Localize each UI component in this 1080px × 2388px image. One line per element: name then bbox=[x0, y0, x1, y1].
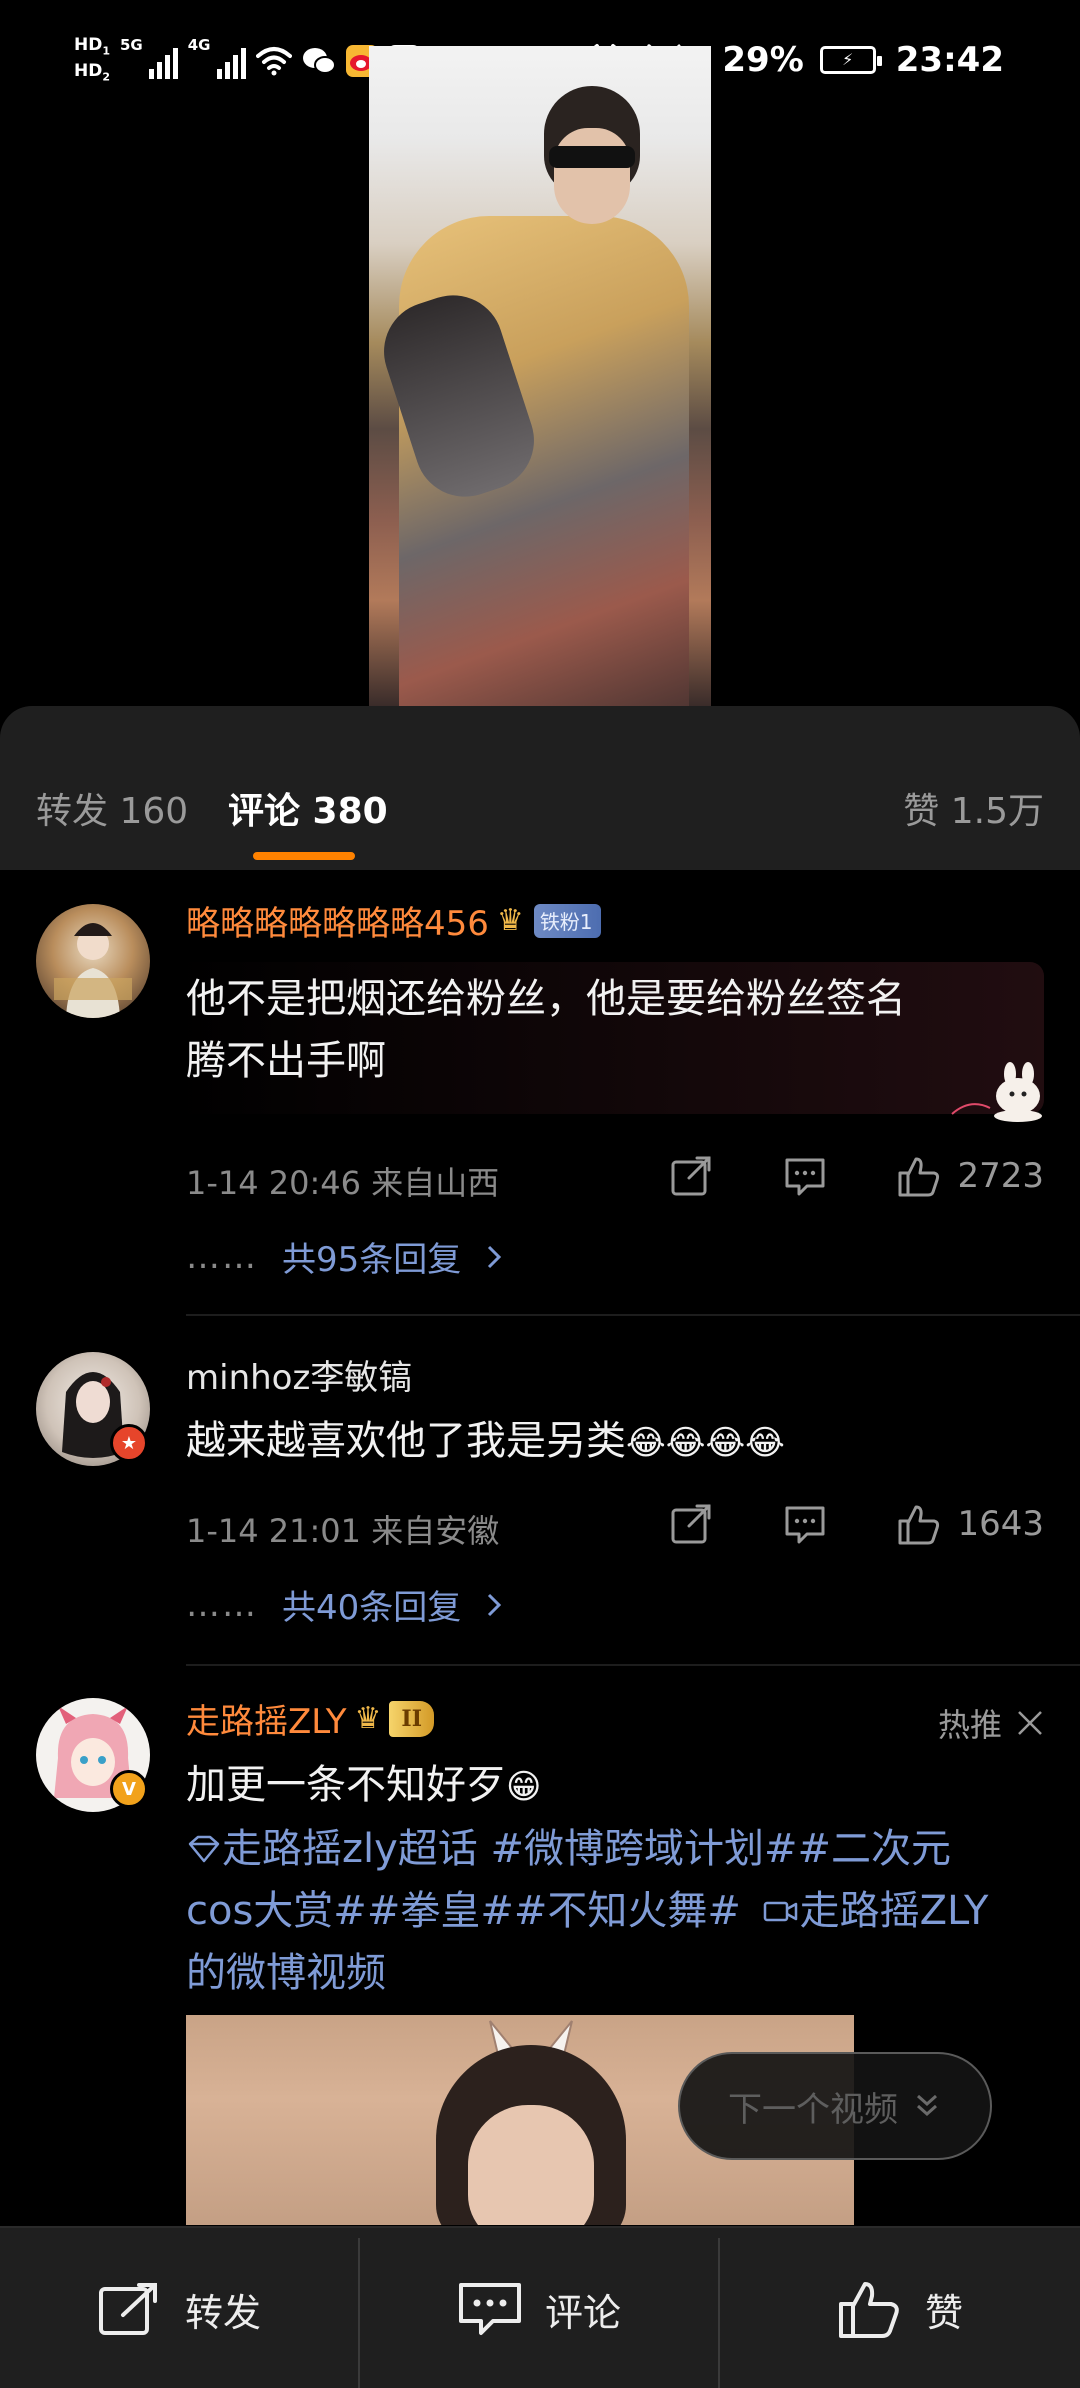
hd-indicators: HD1 HD2 bbox=[74, 36, 110, 87]
comment-text-line1: 他不是把烟还给粉丝，他是要给粉丝签名 bbox=[186, 976, 906, 1022]
video-camera-icon bbox=[763, 1901, 797, 1922]
video-figure-sunglasses bbox=[549, 146, 635, 168]
view-replies[interactable]: …… 共40条回复 bbox=[186, 1580, 503, 1629]
reply-icon[interactable] bbox=[781, 1500, 829, 1548]
like-thumb-icon bbox=[838, 2282, 899, 2338]
next-video-label: 下一个视频 bbox=[728, 2089, 898, 2130]
bottom-comment-button[interactable]: 评论 bbox=[360, 2228, 718, 2388]
battery-icon: ⚡ bbox=[819, 46, 882, 74]
username-text: minhoz李敏镐 bbox=[186, 1358, 413, 1398]
grin-emoji: 😁 bbox=[506, 1767, 542, 1807]
comment-divider bbox=[186, 1664, 1080, 1666]
comment-actions: 2723 bbox=[667, 1152, 1044, 1200]
tab-active-indicator bbox=[253, 852, 355, 860]
video-figure-face bbox=[554, 128, 630, 224]
username-text: 略略略略略略略456 bbox=[186, 904, 489, 944]
comment-text-body: 越来越喜欢他了我是另类 bbox=[186, 1418, 626, 1464]
like-thumb-icon[interactable] bbox=[895, 1152, 943, 1200]
chevron-right-icon bbox=[488, 1593, 502, 1616]
comment-username[interactable]: 走路摇ZLY ♛ II bbox=[186, 1694, 434, 1743]
comment-text[interactable]: 越来越喜欢他了我是另类😂😂😂😂 bbox=[186, 1410, 1046, 1474]
video-player[interactable] bbox=[369, 46, 711, 706]
wechat-icon bbox=[302, 48, 336, 75]
hd1-label: HD bbox=[74, 35, 103, 55]
status-left: HD1 HD2 5G 4G bbox=[74, 36, 420, 87]
comment-text[interactable]: 加更一条不知好歹😁 走路摇zly超话 #微博跨域计划##二次元 cos大赏##拳… bbox=[186, 1754, 1046, 2004]
next-video-button[interactable]: 下一个视频 bbox=[678, 2052, 992, 2160]
replies-link[interactable]: 共40条回复 bbox=[282, 1580, 461, 1629]
replies-dots: …… bbox=[186, 1584, 258, 1625]
tab-likes[interactable]: 赞 1.5万 bbox=[903, 782, 1044, 834]
level-badge: II bbox=[389, 1700, 434, 1737]
supertopic-link[interactable]: 走路摇zly超话 bbox=[222, 1826, 478, 1872]
hot-recommend: 热推 bbox=[938, 1700, 1044, 1746]
bottom-like-label: 赞 bbox=[924, 2290, 963, 2335]
hd2-sub: 2 bbox=[102, 70, 110, 84]
share-icon[interactable] bbox=[667, 1152, 715, 1200]
comment-divider bbox=[186, 1314, 1080, 1316]
bottom-comment-label: 评论 bbox=[544, 2290, 621, 2335]
close-icon[interactable] bbox=[1016, 1709, 1044, 1737]
hashtag-link[interactable]: cos大赏##拳皇##不知火舞# bbox=[186, 1888, 741, 1934]
vip-crown-icon: ♛ bbox=[496, 903, 524, 938]
video-link[interactable]: 走路摇ZLY bbox=[800, 1888, 989, 1934]
supertopic-diamond-icon bbox=[188, 1835, 220, 1863]
vip-crown-icon: ♛ bbox=[354, 1701, 382, 1736]
signal-strength-1-icon bbox=[148, 43, 178, 80]
hd2-label: HD bbox=[74, 61, 103, 82]
comment-text-body: 加更一条不知好歹 bbox=[186, 1762, 506, 1808]
view-replies[interactable]: …… 共95条回复 bbox=[186, 1232, 503, 1281]
verified-badge-icon: ★ bbox=[110, 1424, 148, 1462]
hot-label: 热推 bbox=[937, 1706, 1002, 1744]
tab-repost[interactable]: 转发 160 bbox=[36, 782, 188, 834]
like-count: 1643 bbox=[957, 1504, 1044, 1544]
wifi-icon bbox=[255, 47, 292, 76]
comment-time-location: 1-14 20:46 来自山西 bbox=[186, 1164, 500, 1202]
comment-text[interactable]: 他不是把烟还给粉丝，他是要给粉丝签名 腾不出手啊 bbox=[186, 968, 1046, 1092]
network-4g-label: 4G bbox=[187, 36, 211, 54]
bottom-repost-button[interactable]: 转发 bbox=[0, 2228, 358, 2388]
tab-comments[interactable]: 评论 380 bbox=[228, 782, 388, 834]
comment-time-location: 1-14 21:01 来自安徽 bbox=[186, 1512, 500, 1550]
repost-icon bbox=[98, 2283, 157, 2335]
comment-text-line2: 腾不出手啊 bbox=[186, 1038, 386, 1084]
replies-dots: …… bbox=[186, 1236, 258, 1277]
avatar[interactable] bbox=[36, 904, 150, 1018]
comment-icon bbox=[458, 2283, 521, 2335]
tab-bar: 转发 160 评论 380 赞 1.5万 bbox=[0, 706, 1080, 870]
like-count: 2723 bbox=[957, 1156, 1044, 1196]
hashtag-link[interactable]: #微博跨域计划##二次元 bbox=[491, 1826, 952, 1872]
comment-username[interactable]: 略略略略略略略456 ♛ 铁粉1 bbox=[186, 896, 601, 945]
laughing-emoji: 😂😂😂😂 bbox=[626, 1423, 785, 1463]
video-link-suffix[interactable]: 的微博视频 bbox=[186, 1950, 386, 1996]
fan-badge[interactable]: 铁粉1 bbox=[533, 903, 601, 938]
comment-actions: 1643 bbox=[667, 1500, 1044, 1548]
clock: 23:42 bbox=[895, 40, 1004, 80]
avatar-figure-icon bbox=[54, 923, 132, 1018]
hd1-sub: 1 bbox=[102, 44, 110, 58]
reply-icon[interactable] bbox=[781, 1152, 829, 1200]
share-icon[interactable] bbox=[667, 1500, 715, 1548]
battery-percent: 29% bbox=[722, 40, 804, 80]
verified-v-badge-icon: V bbox=[110, 1770, 148, 1808]
bottom-repost-label: 转发 bbox=[184, 2290, 261, 2335]
chevron-right-icon bbox=[488, 1245, 502, 1268]
bottom-action-bar: 转发 评论 赞 bbox=[0, 2226, 1080, 2388]
replies-link[interactable]: 共95条回复 bbox=[282, 1232, 461, 1281]
network-5g-label: 5G bbox=[120, 36, 143, 54]
comment-username[interactable]: minhoz李敏镐 bbox=[186, 1350, 412, 1399]
double-chevron-down-icon bbox=[917, 2094, 937, 2117]
thumbnail-figure-face bbox=[468, 2105, 594, 2225]
signal-strength-2-icon bbox=[216, 43, 246, 80]
like-thumb-icon[interactable] bbox=[895, 1500, 943, 1548]
bottom-like-button[interactable]: 赞 bbox=[720, 2228, 1080, 2388]
username-text: 走路摇ZLY bbox=[186, 1702, 347, 1742]
